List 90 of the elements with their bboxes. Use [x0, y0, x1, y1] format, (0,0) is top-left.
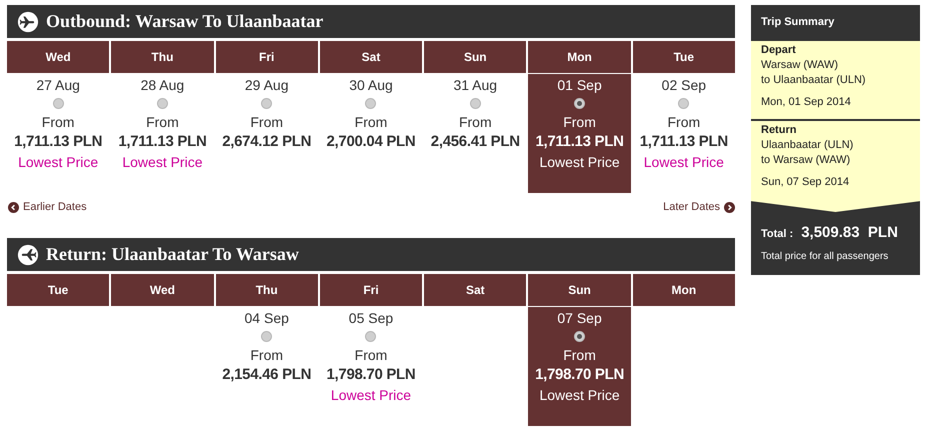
- date-option[interactable]: 04 Sep From 2,154.46 PLN: [216, 307, 318, 426]
- earlier-dates-link[interactable]: Earlier Dates: [7, 198, 87, 216]
- radio-button[interactable]: [52, 98, 64, 109]
- from-label: From: [354, 346, 388, 364]
- summary-title: Trip Summary: [760, 14, 836, 30]
- date-option[interactable]: 28 Aug From 1,711.13 PLN Lowest Price: [111, 74, 214, 193]
- day-header: Wed: [7, 41, 110, 73]
- from-label: From: [146, 113, 179, 131]
- leg-label: Depart: [761, 43, 797, 58]
- from-label: From: [42, 113, 74, 131]
- radio-button[interactable]: [470, 98, 481, 109]
- airplane-icon: [17, 244, 39, 266]
- radio-button[interactable]: [261, 98, 272, 109]
- price: 2,456.41 PLN: [430, 132, 520, 152]
- date-label: 01 Sep: [557, 76, 602, 94]
- leg-date: Sun, 07 Sep 2014: [761, 175, 850, 190]
- date-label: 27 Aug: [36, 76, 80, 94]
- price: 1,711.13 PLN: [118, 132, 206, 152]
- radio-button[interactable]: [574, 98, 586, 109]
- from-label: From: [250, 346, 284, 364]
- route-text: to Warsaw (WAW): [761, 153, 852, 168]
- day-header: Thu: [216, 274, 318, 306]
- date-label: 02 Sep: [662, 76, 706, 94]
- route-text: Warsaw (WAW): [761, 58, 839, 73]
- price: 1,711.13 PLN: [640, 132, 728, 152]
- day-header: Fri: [216, 41, 318, 73]
- total-price: 3,509.83 PLN: [801, 223, 898, 243]
- route-text: to Ulaanbaatar (ULN): [761, 73, 867, 88]
- date-label: 28 Aug: [140, 76, 184, 94]
- from-label: From: [563, 113, 596, 131]
- lowest-price-label: Lowest Price: [539, 386, 620, 404]
- date-option[interactable]: 31 Aug From 2,456.41 PLN: [424, 74, 526, 193]
- price: 2,700.04 PLN: [326, 132, 416, 152]
- route-text: Ulaanbaatar (ULN): [761, 138, 854, 153]
- date-label: 31 Aug: [453, 76, 498, 94]
- leg-date: Mon, 01 Sep 2014: [761, 95, 852, 110]
- from-label: From: [354, 113, 388, 131]
- lowest-price-label: Lowest Price: [330, 386, 412, 404]
- chevron-right-icon: [724, 202, 735, 212]
- total-label: Total :: [761, 227, 794, 242]
- radio-button[interactable]: [365, 331, 376, 342]
- airplane-icon: [17, 10, 39, 32]
- date-label: 29 Aug: [244, 76, 288, 94]
- date-option[interactable]: 27 Aug From 1,711.13 PLN Lowest Price: [7, 74, 110, 193]
- from-label: From: [563, 346, 596, 364]
- day-header: Mon: [632, 274, 735, 306]
- section-title: Return: Ulaanbaatar To Warsaw: [46, 243, 299, 266]
- day-header: Tue: [632, 41, 735, 73]
- price: 2,154.46 PLN: [222, 365, 312, 385]
- price: 1,711.13 PLN: [535, 132, 624, 152]
- lowest-price-label: Lowest Price: [122, 153, 202, 171]
- day-header: Wed: [111, 274, 214, 306]
- from-label: From: [668, 113, 700, 131]
- from-label: From: [250, 113, 284, 131]
- lowest-price-label: Lowest Price: [644, 153, 724, 171]
- date-label: 30 Aug: [349, 76, 393, 94]
- radio-button[interactable]: [574, 331, 586, 342]
- day-header: Sun: [424, 41, 526, 73]
- date-label: 04 Sep: [244, 309, 289, 327]
- leg-label: Return: [761, 123, 798, 138]
- date-option[interactable]: 01 Sep From 1,711.13 PLN Lowest Price: [528, 74, 631, 193]
- day-header: Thu: [111, 41, 214, 73]
- radio-button[interactable]: [156, 98, 168, 109]
- date-option[interactable]: 30 Aug From 2,700.04 PLN: [320, 74, 422, 193]
- section-title: Outbound: Warsaw To Ulaanbaatar: [46, 10, 324, 33]
- date-option[interactable]: 29 Aug From 2,674.12 PLN: [216, 74, 318, 193]
- day-header: Sat: [424, 274, 526, 306]
- price: 2,674.12 PLN: [222, 132, 312, 152]
- date-label: 05 Sep: [348, 309, 394, 327]
- radio-button[interactable]: [365, 98, 376, 109]
- radio-button[interactable]: [678, 98, 690, 109]
- price: 1,798.70 PLN: [535, 365, 624, 385]
- total-note: Total price for all passengers: [760, 250, 890, 264]
- later-dates-link[interactable]: Later Dates: [663, 198, 735, 216]
- day-header: Tue: [7, 274, 110, 306]
- day-header: Sun: [528, 274, 631, 306]
- day-header: Fri: [320, 274, 422, 306]
- date-option[interactable]: 07 Sep From 1,798.70 PLN Lowest Price: [528, 307, 631, 426]
- price: 1,798.70 PLN: [326, 365, 416, 385]
- price: 1,711.13 PLN: [14, 132, 102, 152]
- date-option[interactable]: 02 Sep From 1,711.13 PLN Lowest Price: [632, 74, 735, 193]
- day-header: Sat: [320, 41, 422, 73]
- from-label: From: [458, 113, 492, 131]
- date-label: 07 Sep: [557, 309, 602, 327]
- lowest-price-label: Lowest Price: [539, 153, 620, 171]
- date-option[interactable]: 05 Sep From 1,798.70 PLN Lowest Price: [320, 307, 422, 426]
- lowest-price-label: Lowest Price: [18, 153, 98, 171]
- chevron-left-icon: [8, 202, 19, 212]
- day-header: Mon: [528, 41, 631, 73]
- radio-button[interactable]: [261, 331, 272, 342]
